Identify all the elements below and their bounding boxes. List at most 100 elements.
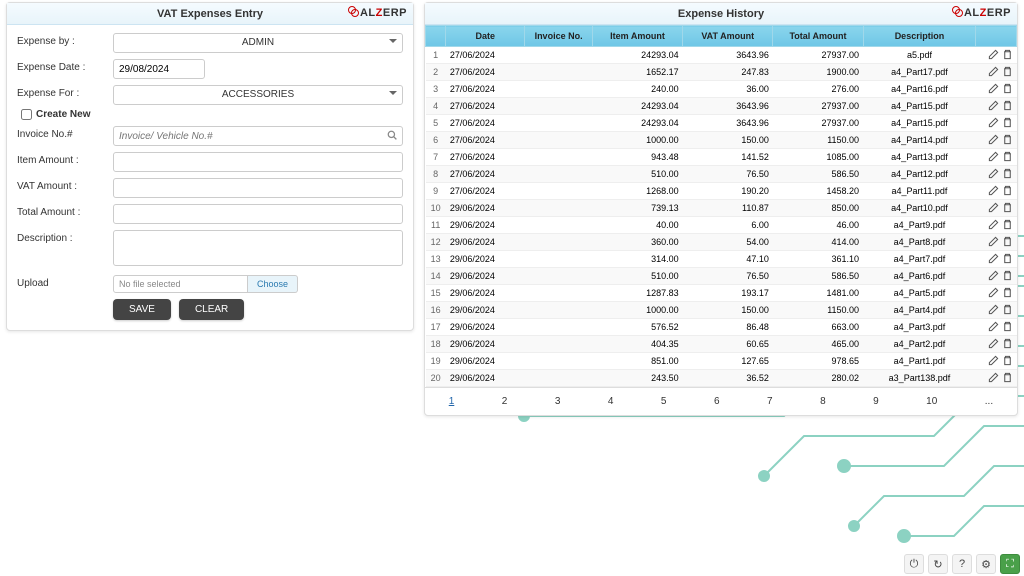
page-link[interactable]: 7 <box>761 394 779 409</box>
edit-icon[interactable] <box>987 185 999 197</box>
cell-invoice <box>525 81 593 98</box>
table-row: 1729/06/2024576.5286.48663.00a4_Part3.pd… <box>426 319 1017 336</box>
col-vat-amount[interactable]: VAT Amount <box>683 26 773 47</box>
save-button[interactable]: SAVE <box>113 299 171 320</box>
edit-icon[interactable] <box>987 338 999 350</box>
clear-button[interactable]: CLEAR <box>179 299 244 320</box>
delete-icon[interactable] <box>1001 304 1013 316</box>
page-link[interactable]: 1 <box>443 394 461 409</box>
cell-date: 29/06/2024 <box>446 302 525 319</box>
delete-icon[interactable] <box>1001 83 1013 95</box>
edit-icon[interactable] <box>987 151 999 163</box>
delete-icon[interactable] <box>1001 202 1013 214</box>
row-index: 10 <box>426 200 446 217</box>
page-link[interactable]: 9 <box>867 394 885 409</box>
col-item-amount[interactable]: Item Amount <box>592 26 682 47</box>
cell-description: a5.pdf <box>863 47 976 64</box>
edit-icon[interactable] <box>987 134 999 146</box>
delete-icon[interactable] <box>1001 253 1013 265</box>
cell-description: a4_Part6.pdf <box>863 268 976 285</box>
delete-icon[interactable] <box>1001 168 1013 180</box>
page-link[interactable]: 6 <box>708 394 726 409</box>
item-amount-input[interactable] <box>113 152 403 172</box>
delete-icon[interactable] <box>1001 151 1013 163</box>
delete-icon[interactable] <box>1001 185 1013 197</box>
edit-icon[interactable] <box>987 372 999 384</box>
fullscreen-icon[interactable]: ⛶ <box>1000 554 1020 574</box>
delete-icon[interactable] <box>1001 338 1013 350</box>
total-amount-input[interactable] <box>113 204 403 224</box>
cell-item-amount: 24293.04 <box>592 98 682 115</box>
expense-date-input[interactable] <box>113 59 205 79</box>
delete-icon[interactable] <box>1001 355 1013 367</box>
col-date[interactable]: Date <box>446 26 525 47</box>
delete-icon[interactable] <box>1001 287 1013 299</box>
edit-icon[interactable] <box>987 304 999 316</box>
delete-icon[interactable] <box>1001 117 1013 129</box>
cell-total-amount: 978.65 <box>773 353 863 370</box>
expense-by-select[interactable]: ADMIN <box>113 33 403 53</box>
cell-vat-amount: 86.48 <box>683 319 773 336</box>
delete-icon[interactable] <box>1001 236 1013 248</box>
edit-icon[interactable] <box>987 321 999 333</box>
delete-icon[interactable] <box>1001 134 1013 146</box>
edit-icon[interactable] <box>987 100 999 112</box>
delete-icon[interactable] <box>1001 321 1013 333</box>
cell-description: a4_Part16.pdf <box>863 81 976 98</box>
cell-invoice <box>525 200 593 217</box>
delete-icon[interactable] <box>1001 270 1013 282</box>
vat-amount-input[interactable] <box>113 178 403 198</box>
edit-icon[interactable] <box>987 236 999 248</box>
edit-icon[interactable] <box>987 66 999 78</box>
cell-description: a4_Part9.pdf <box>863 217 976 234</box>
edit-icon[interactable] <box>987 287 999 299</box>
page-link[interactable]: 2 <box>496 394 514 409</box>
cell-vat-amount: 193.17 <box>683 285 773 302</box>
cell-total-amount: 1150.00 <box>773 302 863 319</box>
edit-icon[interactable] <box>987 168 999 180</box>
cell-description: a4_Part15.pdf <box>863 115 976 132</box>
row-index: 11 <box>426 217 446 234</box>
col-total-amount[interactable]: Total Amount <box>773 26 863 47</box>
cell-item-amount: 851.00 <box>592 353 682 370</box>
delete-icon[interactable] <box>1001 219 1013 231</box>
refresh-icon[interactable]: ↻ <box>928 554 948 574</box>
panel-title: Expense History <box>678 8 764 20</box>
cell-item-amount: 943.48 <box>592 149 682 166</box>
edit-icon[interactable] <box>987 270 999 282</box>
edit-icon[interactable] <box>987 219 999 231</box>
choose-file-button[interactable]: Choose <box>248 275 298 293</box>
delete-icon[interactable] <box>1001 100 1013 112</box>
expense-for-select[interactable]: ACCESSORIES <box>113 85 403 105</box>
page-link[interactable]: 8 <box>814 394 832 409</box>
invoice-no-input[interactable] <box>113 126 403 146</box>
page-link[interactable]: 4 <box>602 394 620 409</box>
col-invoice[interactable]: Invoice No. <box>525 26 593 47</box>
page-link[interactable]: ... <box>979 394 999 409</box>
delete-icon[interactable] <box>1001 49 1013 61</box>
search-icon[interactable] <box>387 130 397 143</box>
row-index: 15 <box>426 285 446 302</box>
cell-invoice <box>525 183 593 200</box>
settings-icon[interactable]: ⚙ <box>976 554 996 574</box>
row-index: 8 <box>426 166 446 183</box>
edit-icon[interactable] <box>987 202 999 214</box>
page-link[interactable]: 5 <box>655 394 673 409</box>
edit-icon[interactable] <box>987 253 999 265</box>
col-description[interactable]: Description <box>863 26 976 47</box>
edit-icon[interactable] <box>987 117 999 129</box>
cell-total-amount: 27937.00 <box>773 98 863 115</box>
power-icon[interactable]: ⏻ <box>904 554 924 574</box>
help-icon[interactable]: ? <box>952 554 972 574</box>
description-textarea[interactable] <box>113 230 403 266</box>
delete-icon[interactable] <box>1001 372 1013 384</box>
cell-description: a4_Part3.pdf <box>863 319 976 336</box>
edit-icon[interactable] <box>987 355 999 367</box>
create-new-checkbox[interactable] <box>21 109 32 120</box>
edit-icon[interactable] <box>987 49 999 61</box>
page-link[interactable]: 10 <box>920 394 943 409</box>
delete-icon[interactable] <box>1001 66 1013 78</box>
page-link[interactable]: 3 <box>549 394 567 409</box>
cell-item-amount: 314.00 <box>592 251 682 268</box>
edit-icon[interactable] <box>987 83 999 95</box>
